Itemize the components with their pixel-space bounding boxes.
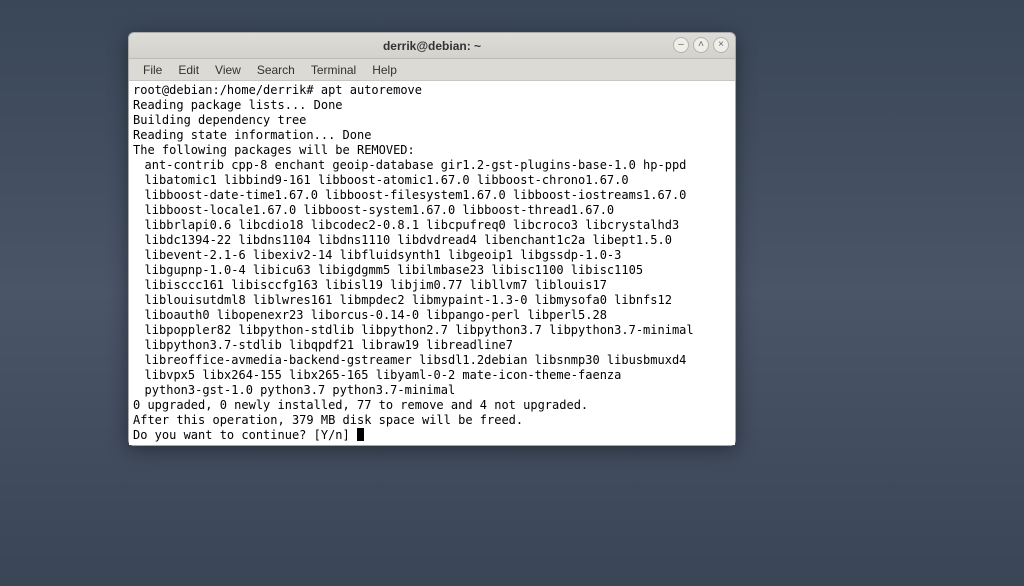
- summary-line: After this operation, 379 MB disk space …: [133, 413, 523, 427]
- menubar: File Edit View Search Terminal Help: [129, 59, 735, 81]
- window-controls: – ˄ ×: [673, 37, 729, 53]
- prompt-line: root@debian:/home/derrik# apt autoremove: [133, 83, 422, 97]
- package-line: libboost-date-time1.67.0 libboost-filesy…: [133, 188, 731, 203]
- menu-help[interactable]: Help: [364, 61, 405, 79]
- menu-terminal[interactable]: Terminal: [303, 61, 364, 79]
- confirm-text: Do you want to continue? [Y/n]: [133, 428, 357, 442]
- confirm-line: Do you want to continue? [Y/n]: [133, 428, 364, 442]
- package-line: libatomic1 libbind9-161 libboost-atomic1…: [133, 173, 731, 188]
- package-line: libboost-locale1.67.0 libboost-system1.6…: [133, 203, 731, 218]
- terminal-window: derrik@debian: ~ – ˄ × File Edit View Se…: [128, 32, 736, 446]
- menu-edit[interactable]: Edit: [170, 61, 207, 79]
- package-line: libisccc161 libisccfg163 libisl19 libjim…: [133, 278, 731, 293]
- intro-line: Reading state information... Done: [133, 128, 371, 142]
- menu-view[interactable]: View: [207, 61, 249, 79]
- terminal-output[interactable]: root@debian:/home/derrik# apt autoremove…: [129, 81, 735, 445]
- summary-line: 0 upgraded, 0 newly installed, 77 to rem…: [133, 398, 588, 412]
- package-line: liboauth0 libopenexr23 liborcus-0.14-0 l…: [133, 308, 731, 323]
- menu-file[interactable]: File: [135, 61, 170, 79]
- intro-line: Building dependency tree: [133, 113, 306, 127]
- package-line: python3-gst-1.0 python3.7 python3.7-mini…: [133, 383, 731, 398]
- intro-line: The following packages will be REMOVED:: [133, 143, 415, 157]
- intro-line: Reading package lists... Done: [133, 98, 343, 112]
- package-line: libbrlapi0.6 libcdio18 libcodec2-0.8.1 l…: [133, 218, 731, 233]
- package-line: libpython3.7-stdlib libqpdf21 libraw19 l…: [133, 338, 731, 353]
- minimize-button[interactable]: –: [673, 37, 689, 53]
- window-title: derrik@debian: ~: [383, 39, 481, 53]
- titlebar[interactable]: derrik@debian: ~ – ˄ ×: [129, 33, 735, 59]
- prompt: root@debian:/home/derrik#: [133, 83, 321, 97]
- package-line: libgupnp-1.0-4 libicu63 libigdgmm5 libil…: [133, 263, 731, 278]
- package-line: libevent-2.1-6 libexiv2-14 libfluidsynth…: [133, 248, 731, 263]
- package-line: ant-contrib cpp-8 enchant geoip-database…: [133, 158, 731, 173]
- cursor-block: [357, 428, 364, 441]
- close-button[interactable]: ×: [713, 37, 729, 53]
- menu-search[interactable]: Search: [249, 61, 303, 79]
- package-line: libdc1394-22 libdns1104 libdns1110 libdv…: [133, 233, 731, 248]
- command: apt autoremove: [321, 83, 422, 97]
- maximize-button[interactable]: ˄: [693, 37, 709, 53]
- package-line: libvpx5 libx264-155 libx265-165 libyaml-…: [133, 368, 731, 383]
- package-line: liblouisutdml8 liblwres161 libmpdec2 lib…: [133, 293, 731, 308]
- package-line: libreoffice-avmedia-backend-gstreamer li…: [133, 353, 731, 368]
- package-line: libpoppler82 libpython-stdlib libpython2…: [133, 323, 731, 338]
